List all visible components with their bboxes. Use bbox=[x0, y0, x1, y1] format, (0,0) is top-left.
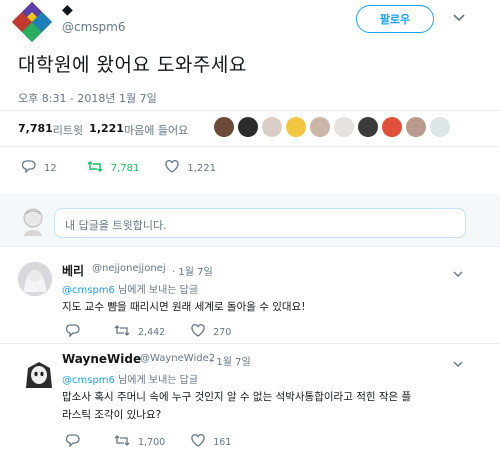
reply-icon bbox=[65, 324, 80, 340]
reply-context: @cmspm6 님에게 보내는 답글 bbox=[62, 371, 198, 386]
reply-button[interactable] bbox=[65, 434, 80, 450]
reply-icon bbox=[65, 434, 80, 450]
reply-to-suffix: 님에게 보내는 답글 bbox=[114, 375, 199, 386]
like-button[interactable]: 161 bbox=[191, 434, 231, 450]
heart-icon bbox=[191, 324, 205, 340]
liker-avatar[interactable] bbox=[358, 117, 378, 137]
reply-to-handle[interactable]: @cmspm6 bbox=[62, 285, 115, 296]
retweet-icon bbox=[114, 324, 130, 340]
reply-icon bbox=[21, 160, 36, 176]
liker-avatar[interactable] bbox=[310, 117, 330, 137]
reply-text-line: 맙소사 혹시 주머니 속에 누구 것인지 알 수 없는 석박사통합이라고 적힌 … bbox=[62, 391, 412, 403]
like-button[interactable]: 1,221 bbox=[165, 160, 216, 176]
liker-avatar[interactable] bbox=[382, 117, 402, 137]
tweet-timestamp[interactable]: 오후 8:31 - 2018년 1월 7일 bbox=[18, 90, 157, 106]
retweet-button[interactable]: 7,781 bbox=[87, 160, 140, 176]
retweet-count: 7,781 bbox=[110, 162, 140, 174]
reply-count: 12 bbox=[44, 162, 57, 174]
liker-avatar[interactable] bbox=[286, 117, 306, 137]
liker-avatar[interactable] bbox=[214, 117, 234, 137]
liker-avatar[interactable] bbox=[430, 117, 450, 137]
divider bbox=[0, 110, 500, 111]
caret-icon[interactable] bbox=[452, 264, 464, 283]
like-count: 270 bbox=[213, 326, 232, 338]
liker-avatar[interactable] bbox=[238, 117, 258, 137]
divider bbox=[0, 343, 500, 344]
reply-context: @cmspm6 님에게 보내는 답글 bbox=[62, 281, 198, 296]
liker-avatar[interactable] bbox=[262, 117, 282, 137]
reply-text: 지도 교수 뺨을 때리시면 원래 세계로 돌아올 수 있대요! bbox=[62, 301, 306, 313]
tweet-text: 대학원에 왔어요 도와주세요 bbox=[18, 54, 247, 76]
likes-count[interactable]: 1,221 bbox=[89, 122, 124, 138]
reply-button[interactable]: 12 bbox=[21, 160, 57, 176]
heart-icon bbox=[191, 434, 205, 450]
reply-author-name[interactable]: WayneWide bbox=[62, 352, 141, 366]
reply-date[interactable]: · 1월 7일 bbox=[210, 353, 251, 368]
retweets-count[interactable]: 7,781 bbox=[18, 122, 53, 138]
retweet-count: 1,700 bbox=[138, 436, 166, 448]
reply-author-handle[interactable]: @nejjonejjonej bbox=[92, 263, 166, 274]
follow-button[interactable]: 팔로우 bbox=[356, 5, 434, 33]
tweet-actions: 12 7,781 1,221 bbox=[21, 160, 236, 176]
reply-actions: 1,700 161 bbox=[65, 434, 253, 450]
reply-avatar[interactable] bbox=[18, 262, 52, 296]
retweet-button[interactable]: 2,442 bbox=[114, 324, 165, 340]
retweet-icon bbox=[114, 434, 130, 450]
divider bbox=[0, 246, 500, 247]
reply-actions: 2,442 270 bbox=[65, 324, 253, 340]
like-count: 1,221 bbox=[187, 162, 217, 174]
reply-author-name[interactable]: 베리 bbox=[62, 262, 84, 279]
retweets-label[interactable]: 리트윗 bbox=[53, 122, 83, 138]
like-count: 161 bbox=[213, 436, 232, 448]
reply-text-line: 라스틱 조각이 있나요? bbox=[62, 409, 162, 421]
reply-input[interactable]: 내 답글을 트윗합니다. bbox=[54, 208, 466, 238]
retweet-count: 2,442 bbox=[138, 326, 166, 338]
liker-avatar[interactable] bbox=[406, 117, 426, 137]
heart-icon bbox=[165, 160, 180, 176]
reply-date[interactable]: · 1월 7일 bbox=[172, 263, 213, 278]
tweet-stats: 7,781 리트윗 1,221 마음에 들어요 bbox=[18, 122, 188, 138]
chevron-down-icon[interactable] bbox=[452, 10, 466, 24]
reply-to-suffix: 님에게 보내는 답글 bbox=[114, 285, 199, 296]
reply-button[interactable] bbox=[65, 324, 80, 340]
author-display-name[interactable]: ◆ bbox=[62, 2, 73, 18]
like-button[interactable]: 270 bbox=[191, 324, 231, 340]
reply-to-handle[interactable]: @cmspm6 bbox=[62, 375, 115, 386]
reply-author-handle[interactable]: @WayneWide2 bbox=[140, 353, 215, 364]
liker-avatar[interactable] bbox=[334, 117, 354, 137]
my-avatar bbox=[22, 208, 44, 236]
retweet-icon bbox=[87, 160, 103, 176]
caret-icon[interactable] bbox=[452, 354, 464, 373]
liker-avatars bbox=[214, 117, 450, 137]
reply-avatar[interactable] bbox=[22, 358, 56, 392]
retweet-button[interactable]: 1,700 bbox=[114, 434, 165, 450]
author-handle[interactable]: @cmspm6 bbox=[62, 20, 125, 34]
author-avatar[interactable] bbox=[10, 0, 54, 44]
likes-label[interactable]: 마음에 들어요 bbox=[124, 122, 188, 138]
divider bbox=[0, 146, 500, 147]
